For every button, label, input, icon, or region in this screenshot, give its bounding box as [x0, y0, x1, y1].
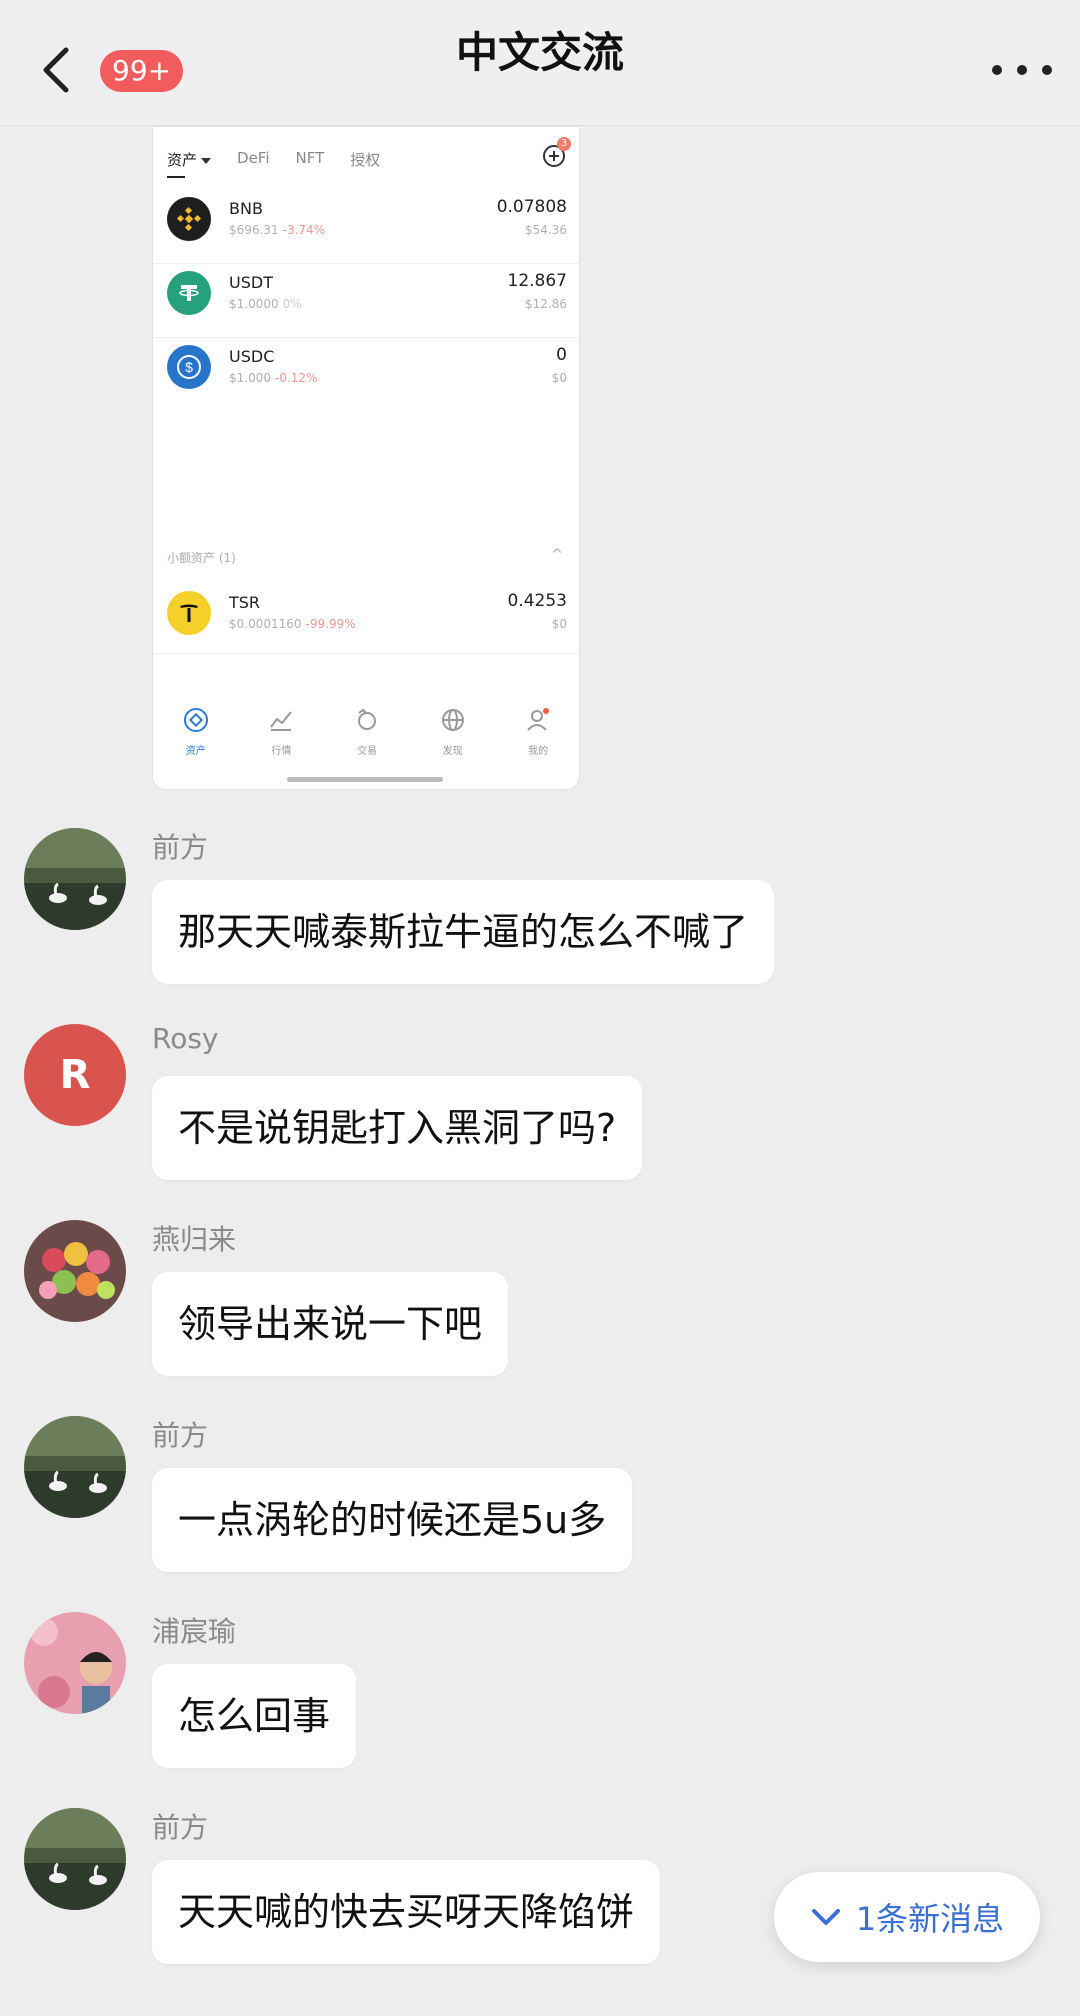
swan-avatar[interactable] [24, 1416, 126, 1518]
chevron-down-icon [811, 1909, 840, 1925]
nav-item-market: 行情 [251, 707, 311, 767]
more-dot-icon [992, 65, 1002, 75]
change-text: 0% [282, 297, 302, 311]
nav-item-discover: 发现 [423, 707, 483, 767]
letter-avatar[interactable]: R [24, 1024, 126, 1126]
asset-name: USDT [229, 273, 273, 292]
tab-nft: NFT [295, 149, 325, 167]
tab-authorization: 授权 [350, 151, 381, 169]
portrait-avatar[interactable] [24, 1612, 126, 1714]
more-dot-icon [1017, 65, 1027, 75]
asset-price: $696.31 -3.74% [229, 223, 325, 237]
sender-name: 前方 [152, 831, 209, 864]
wallet-tabs: 资产 DeFi NFT 授权 [167, 149, 380, 179]
nav-label: 行情 [271, 746, 292, 757]
sender-name: 燕归来 [152, 1223, 237, 1256]
nav-label: 我的 [528, 746, 549, 757]
chevron-up-icon: ^ [551, 547, 563, 563]
divider [153, 653, 579, 654]
asset-row-usdc: $ USDC $1.000 -0.12% 0 $0 [167, 337, 567, 397]
home-indicator [287, 777, 443, 782]
swan-avatar[interactable] [24, 1808, 126, 1910]
nav-label: 资产 [185, 746, 206, 757]
chart-icon [270, 711, 293, 731]
bnb-coin-icon [167, 197, 211, 241]
asset-value: $0 [551, 371, 567, 385]
profile-icon [527, 708, 550, 731]
price-text: $1.000 [229, 371, 271, 385]
sender-name: 浦宸瑜 [152, 1615, 237, 1648]
notification-count-badge: 3 [557, 137, 571, 151]
asset-price: $1.000 -0.12% [229, 371, 317, 385]
asset-price: $0.0001160 -99.99% [229, 617, 356, 631]
asset-price: $1.0000 0% [229, 297, 302, 311]
message-bubble[interactable]: 天天喊的快去买呀天降馅饼 [152, 1860, 661, 1964]
message-bubble[interactable]: 怎么回事 [152, 1664, 357, 1768]
price-text: $1.0000 [229, 297, 279, 311]
nav-item-trade: 交易 [337, 707, 397, 767]
asset-amount: 0 [556, 345, 567, 365]
new-message-label: 1条新消息 [855, 1900, 1005, 1938]
asset-amount: 0.4253 [507, 591, 567, 611]
price-text: $0.0001160 [229, 617, 302, 631]
asset-value: $54.36 [525, 223, 567, 237]
asset-value: $12.86 [525, 297, 567, 311]
usdc-coin-icon: $ [167, 345, 211, 389]
exchange-icon [357, 708, 376, 730]
more-options-button[interactable] [992, 50, 1052, 90]
nav-item-assets: 资产 [166, 707, 226, 767]
sender-name: Rosy [152, 1022, 219, 1055]
fruit-avatar[interactable] [24, 1220, 126, 1322]
asset-name: TSR [229, 593, 261, 612]
new-message-button[interactable]: 1条新消息 [774, 1872, 1040, 1962]
asset-amount: 0.07808 [496, 197, 567, 217]
usdt-coin-icon [167, 271, 211, 315]
shared-screenshot-image[interactable]: 资产 DeFi NFT 授权 3 BNB $696.31 -3.74% 0.078… [152, 126, 580, 790]
asset-row-usdt: USDT $1.0000 0% 12.867 $12.86 [167, 263, 567, 323]
change-text: -99.99% [305, 617, 356, 631]
asset-row-tsr: TSR $0.0001160 -99.99% 0.4253 $0 [167, 583, 567, 643]
message-bubble[interactable]: 一点涡轮的时候还是5u多 [152, 1468, 633, 1572]
sender-name: 前方 [152, 1811, 209, 1844]
chat-title: 中文交流 [455, 28, 624, 77]
tsr-coin-icon [167, 591, 211, 635]
nav-label: 交易 [356, 746, 377, 757]
change-text: -3.74% [282, 223, 326, 237]
globe-icon [441, 709, 464, 731]
small-assets-label: 小额资产 (1) [167, 551, 236, 565]
tab-defi: DeFi [237, 149, 270, 167]
price-text: $696.31 [229, 223, 279, 237]
asset-name: BNB [229, 199, 263, 218]
more-dot-icon [1042, 65, 1052, 75]
nav-item-profile: 我的 [508, 707, 568, 767]
tab-label: 资产 [167, 151, 198, 169]
message-bubble[interactable]: 领导出来说一下吧 [152, 1272, 509, 1376]
asset-icon [183, 708, 208, 732]
asset-row-bnb: BNB $696.31 -3.74% 0.07808 $54.36 [167, 189, 567, 249]
wallet-bottom-nav: 资产 行情 交易 发现 我的 [153, 707, 579, 767]
asset-name: USDC [229, 347, 275, 366]
message-bubble[interactable]: 那天天喊泰斯拉牛逼的怎么不喊了 [152, 880, 775, 984]
chat-header: 99+ 中文交流 [0, 0, 1080, 126]
svg-text:$: $ [185, 359, 193, 375]
nav-label: 发现 [442, 746, 463, 757]
sender-name: 前方 [152, 1419, 209, 1452]
message-bubble[interactable]: 不是说钥匙打入黑洞了吗? [152, 1076, 643, 1180]
asset-value: $0 [551, 617, 567, 631]
asset-amount: 12.867 [507, 271, 567, 291]
change-text: -0.12% [275, 371, 318, 385]
swan-avatar[interactable] [24, 828, 126, 930]
caret-down-icon [201, 157, 212, 164]
tab-assets: 资产 [167, 149, 212, 179]
